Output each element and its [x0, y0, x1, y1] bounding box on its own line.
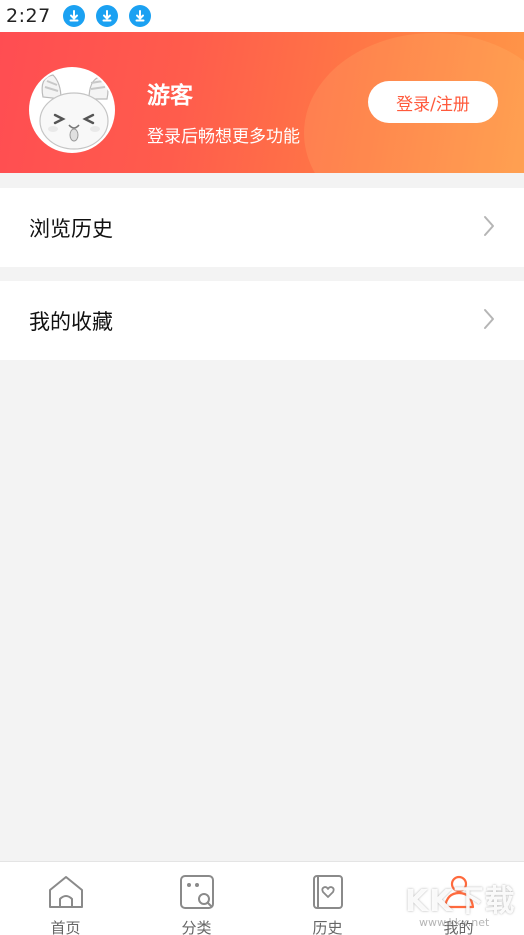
- watermark-url: www.kkx.net: [419, 916, 490, 929]
- download-icon: [62, 5, 85, 27]
- tab-label: 历史: [312, 919, 343, 935]
- status-bar: 2:27: [0, 0, 524, 32]
- menu-item-favorites[interactable]: 我的收藏: [0, 281, 524, 360]
- watermark: KK下载 www.kkx.net: [405, 876, 524, 932]
- user-subtitle: 登录后畅想更多功能: [147, 127, 300, 147]
- chevron-right-icon: [482, 307, 496, 335]
- user-name: 游客: [147, 83, 193, 109]
- status-time: 2:27: [6, 5, 51, 27]
- chevron-right-icon: [482, 214, 496, 242]
- bunny-avatar-icon: [31, 69, 113, 151]
- tab-label: 分类: [181, 919, 212, 935]
- tab-category[interactable]: 分类: [131, 862, 262, 935]
- tab-history[interactable]: 历史: [262, 862, 393, 935]
- tab-home[interactable]: 首页: [0, 862, 131, 935]
- home-icon: [46, 873, 86, 915]
- avatar[interactable]: [29, 67, 115, 153]
- tab-label: 首页: [50, 919, 81, 935]
- login-register-button[interactable]: 登录/注册: [368, 81, 498, 123]
- category-icon: [177, 873, 217, 915]
- menu-item-label: 我的收藏: [29, 309, 113, 334]
- download-icon: [95, 5, 118, 27]
- watermark-text: KK下载: [405, 884, 516, 919]
- menu-item-label: 浏览历史: [29, 216, 113, 241]
- download-icon: [128, 5, 151, 27]
- profile-header: 游客 登录后畅想更多功能 登录/注册: [0, 32, 524, 173]
- history-icon: [308, 873, 348, 915]
- menu-item-browse-history[interactable]: 浏览历史: [0, 188, 524, 267]
